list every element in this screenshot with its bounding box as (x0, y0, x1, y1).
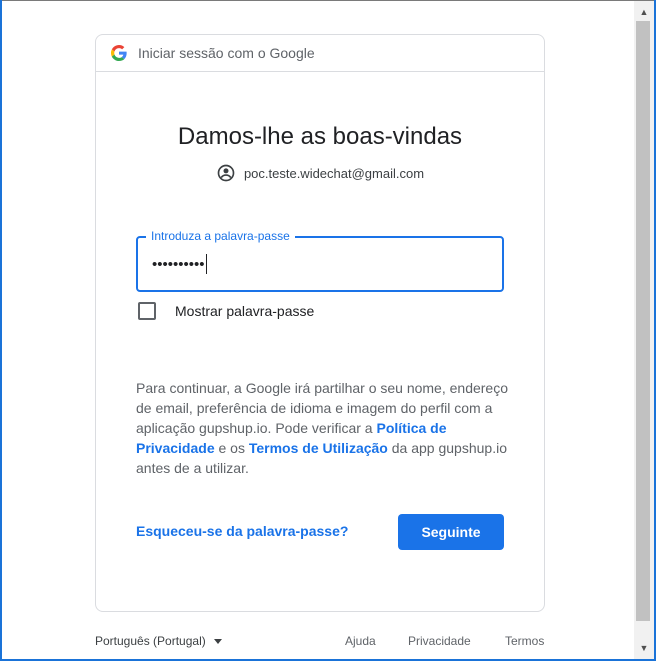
language-selector[interactable]: Português (Portugal) (95, 634, 222, 648)
password-label: Introduza a palavra-passe (146, 229, 295, 243)
header-text: Iniciar sessão com o Google (138, 45, 315, 61)
info-text-1: Para continuar, a Google irá partilhar o… (136, 380, 509, 436)
vertical-scrollbar[interactable]: ▲ ▼ (634, 1, 654, 659)
footer-privacy-link[interactable]: Privacidade (408, 634, 471, 648)
terms-of-use-link[interactable]: Termos de Utilização (249, 440, 388, 456)
language-label: Português (Portugal) (95, 634, 206, 648)
next-button[interactable]: Seguinte (398, 514, 504, 550)
account-email: poc.teste.widechat@gmail.com (243, 165, 425, 181)
account-circle-icon (217, 164, 235, 182)
footer: Português (Portugal) Ajuda Privacidade T… (95, 634, 545, 654)
scroll-down-icon[interactable]: ▼ (634, 639, 654, 657)
footer-help-link[interactable]: Ajuda (345, 634, 376, 648)
google-logo-icon (111, 45, 127, 61)
account-chip[interactable]: poc.teste.widechat@gmail.com (96, 163, 544, 183)
scrollbar-thumb[interactable] (636, 21, 650, 621)
show-password-label: Mostrar palavra-passe (175, 303, 315, 319)
show-password-checkbox[interactable] (138, 302, 156, 320)
forgot-password-link[interactable]: Esqueceu-se da palavra-passe? (136, 523, 348, 539)
password-field[interactable]: Introduza a palavra-passe •••••••••• (136, 229, 504, 292)
info-text-2: e os (214, 440, 249, 456)
dropdown-arrow-icon (213, 638, 222, 644)
text-caret (205, 254, 207, 274)
footer-terms-link[interactable]: Termos (505, 634, 544, 648)
card-header: Iniciar sessão com o Google (96, 35, 544, 72)
password-input[interactable]: •••••••••• (152, 254, 207, 274)
page-title: Damos-lhe as boas-vindas (177, 123, 463, 150)
consent-info: Para continuar, a Google irá partilhar o… (136, 378, 508, 478)
scroll-up-icon[interactable]: ▲ (634, 3, 654, 21)
show-password-toggle[interactable]: Mostrar palavra-passe (138, 302, 314, 320)
signin-card: Iniciar sessão com o Google Damos-lhe as… (95, 34, 545, 612)
password-value: •••••••••• (152, 255, 205, 273)
browser-window: Iniciar sessão com o Google Damos-lhe as… (2, 0, 654, 659)
